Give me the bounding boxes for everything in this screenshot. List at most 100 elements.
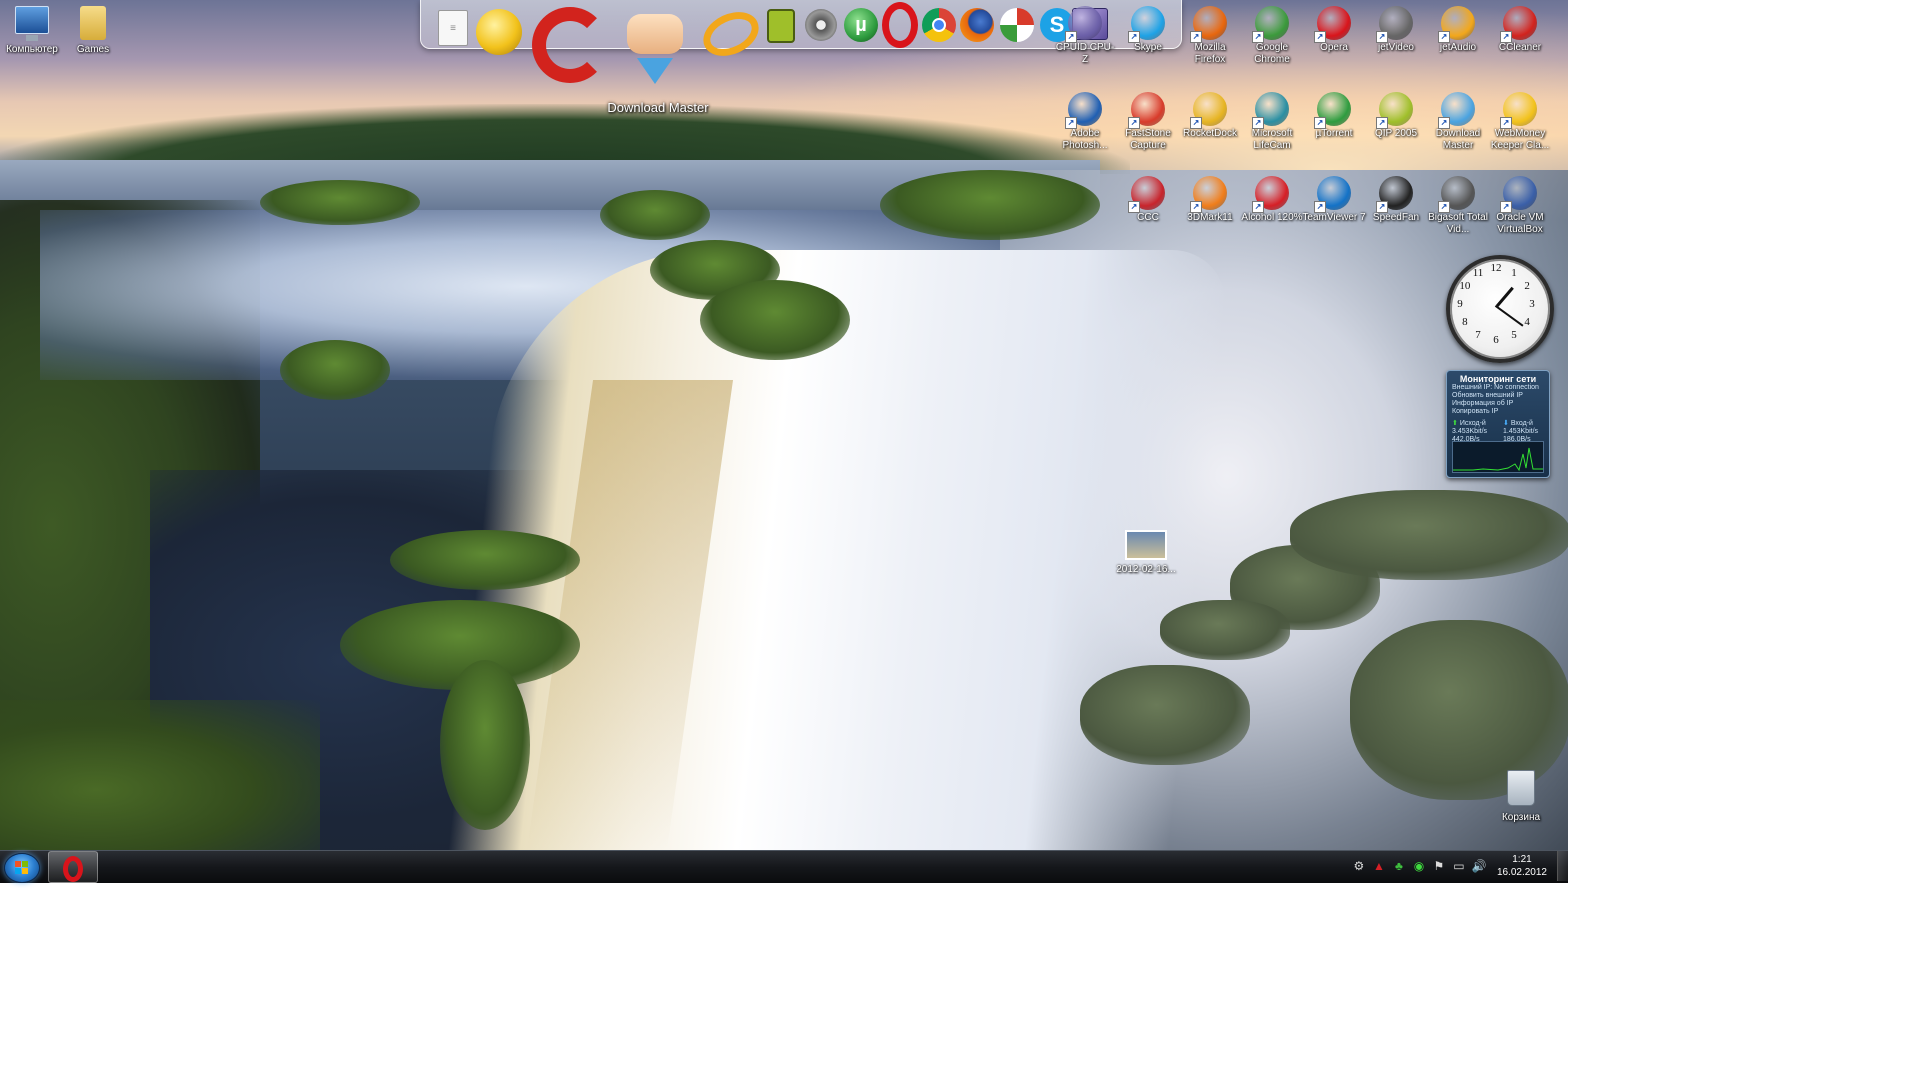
desktop-icon-skype[interactable]: ↗ Skype <box>1116 6 1180 54</box>
desktop-icon-opera[interactable]: ↗ Opera <box>1302 6 1366 54</box>
desktop-icon-cpuz[interactable]: ↗ CPUID CPU-Z <box>1053 6 1117 66</box>
chrome-icon: ↗ <box>1252 6 1289 43</box>
dock-item-opera[interactable] <box>882 2 918 48</box>
dock-item-faststone[interactable] <box>998 6 1036 44</box>
taskbar-item-opera[interactable] <box>48 851 98 883</box>
show-desktop-button[interactable] <box>1557 851 1568 881</box>
desktop-icon-recycle-bin[interactable]: Корзина <box>1489 770 1553 824</box>
netmon-copy-link[interactable]: Копировать IP <box>1447 408 1549 416</box>
dock-item-download-master[interactable] <box>622 8 688 90</box>
start-button[interactable] <box>4 853 40 883</box>
desktop-icon-teamviewer[interactable]: ↗ TeamViewer 7 <box>1302 176 1366 224</box>
desktop-icon-webcam[interactable]: ↗ Microsoft LifeCam <box>1240 92 1304 152</box>
opera-icon <box>63 856 83 882</box>
shortcut-arrow-icon: ↗ <box>1314 117 1326 129</box>
desktop-icon-fan[interactable]: ↗ SpeedFan <box>1364 176 1428 224</box>
dock-item-notepad[interactable]: ≡ <box>438 10 468 46</box>
fan-icon: ↗ <box>1376 176 1413 213</box>
icon-label: Mozilla Firefox <box>1194 42 1226 65</box>
dock-item-qip[interactable] <box>766 9 796 43</box>
dock-item-ccleaner[interactable] <box>530 4 610 86</box>
desktop-icon-qip[interactable]: ↗ QIP 2005 <box>1364 92 1428 140</box>
flag-icon[interactable]: ⚑ <box>1431 858 1447 874</box>
icon-label: Adobe Photosh... <box>1062 128 1108 151</box>
desktop-icon-ccleaner[interactable]: ↗ CCleaner <box>1488 6 1552 54</box>
shortcut-arrow-icon: ↗ <box>1500 117 1512 129</box>
desktop-icon-screenshot-file[interactable]: 2012-02-16... <box>1114 530 1178 576</box>
netmon-refresh-link[interactable]: Обновить внешний IP <box>1447 392 1549 400</box>
webmoney-icon <box>476 9 522 55</box>
shortcut-arrow-icon: ↗ <box>1376 31 1388 43</box>
clock-gadget[interactable]: 12 1 2 3 4 5 6 7 8 9 10 11 <box>1446 255 1554 363</box>
windows-logo-icon <box>15 861 28 874</box>
icon-label: Oracle VM VirtualBox <box>1496 212 1544 235</box>
shortcut-arrow-icon: ↗ <box>1128 201 1140 213</box>
icon-label: SpeedFan <box>1372 212 1420 223</box>
taskbar-clock[interactable]: 1:21 16.02.2012 <box>1489 853 1557 879</box>
notepad-icon: ≡ <box>450 22 456 34</box>
desktop-icon-3dmark[interactable]: ↗ 3DMark11 <box>1178 176 1242 224</box>
rocketdock-icon: ↗ <box>1190 92 1227 129</box>
recycle-bin-icon <box>1507 770 1535 806</box>
netmon-info-link[interactable]: Информация об IP <box>1447 400 1549 408</box>
download-master-icon: ↗ <box>1438 92 1475 129</box>
in-rate: 1.453Kbit/s <box>1503 428 1539 435</box>
desktop-icon-virtualbox[interactable]: ↗ Oracle VM VirtualBox <box>1488 176 1552 236</box>
alcohol-tray-icon[interactable]: ▲ <box>1371 858 1387 874</box>
shortcut-arrow-icon: ↗ <box>1128 117 1140 129</box>
icon-label: WebMoney Keeper Cla... <box>1490 128 1550 151</box>
icon-label: QIP 2005 <box>1374 128 1418 139</box>
dock-item-chrome[interactable] <box>920 6 958 44</box>
taskbar <box>0 850 1568 883</box>
desktop-icon-chrome[interactable]: ↗ Google Chrome <box>1240 6 1304 66</box>
in-label: Вход-й <box>1510 420 1533 427</box>
photoshop-icon: ↗ <box>1065 92 1102 129</box>
dock-item-webmoney[interactable] <box>472 6 526 58</box>
teamviewer-icon: ↗ <box>1314 176 1351 213</box>
desktop-icon-rocketdock[interactable]: ↗ RocketDock <box>1178 92 1242 140</box>
virtualbox-icon: ↗ <box>1500 176 1537 213</box>
desktop-icon-firefox[interactable]: ↗ Mozilla Firefox <box>1178 6 1242 66</box>
shortcut-arrow-icon: ↗ <box>1376 201 1388 213</box>
clover-icon[interactable]: ♣ <box>1391 858 1407 874</box>
icon-label: TeamViewer 7 <box>1302 212 1366 223</box>
webmoney-icon: ↗ <box>1500 92 1537 129</box>
icon-label: 2012-02-16... <box>1116 564 1176 575</box>
icon-label: Bigasoft Total Vid... <box>1428 212 1488 235</box>
display-icon[interactable]: ▭ <box>1451 858 1467 874</box>
desktop-icon-faststone[interactable]: ↗ FastStone Capture <box>1116 92 1180 152</box>
speaker-icon[interactable]: 🔊 <box>1471 858 1487 874</box>
desktop-icon-film-reel[interactable]: ↗ jetVideo <box>1364 6 1428 54</box>
out-rate: 3.453Kbit/s <box>1452 428 1488 435</box>
desktop-icon-jetaudio[interactable]: ↗ jetAudio <box>1426 6 1490 54</box>
netmon-graph <box>1452 441 1544 473</box>
clock-numeral: 2 <box>1524 280 1530 292</box>
dock-item-firefox[interactable] <box>958 6 996 44</box>
dock-item-jetvideo[interactable] <box>802 6 840 44</box>
desktop-icon-computer[interactable]: Компьютер <box>0 6 64 56</box>
desktop-icon-games[interactable]: Games <box>61 6 125 56</box>
desktop-icon-ccc[interactable]: ↗ CCC <box>1116 176 1180 224</box>
network-monitor-gadget[interactable]: Мониторинг сети Внешний IP: No connectio… <box>1446 370 1550 478</box>
clock-numeral: 5 <box>1511 329 1517 342</box>
desktop-icon-utorrent[interactable]: ↗ µTorrent <box>1302 92 1366 140</box>
dock-item-jetaudio[interactable] <box>696 3 766 65</box>
dock-item-utorrent[interactable]: µ <box>842 6 880 44</box>
network-green-icon[interactable]: ◉ <box>1411 858 1427 874</box>
icon-label: Skype <box>1134 42 1162 53</box>
desktop-icon-download-master[interactable]: ↗ Download Master <box>1426 92 1490 152</box>
clock-numeral: 12 <box>1490 262 1502 274</box>
desktop-icon-film-reel[interactable]: ↗ Bigasoft Total Vid... <box>1426 176 1490 236</box>
shortcut-arrow-icon: ↗ <box>1314 31 1326 43</box>
cpuz-icon: ↗ <box>1065 6 1102 43</box>
system-tray: ⚙ ▲ ♣ ◉ ⚑ ▭ 🔊 1:21 16.02.2012 <box>1349 851 1568 881</box>
shortcut-arrow-icon: ↗ <box>1190 31 1202 43</box>
desktop-icon-webmoney[interactable]: ↗ WebMoney Keeper Cla... <box>1488 92 1552 152</box>
shortcut-arrow-icon: ↗ <box>1500 31 1512 43</box>
firefox-icon <box>960 8 994 42</box>
desktop-icon-photoshop[interactable]: ↗ Adobe Photosh... <box>1053 92 1117 152</box>
clock-hour-hand <box>1496 286 1514 307</box>
desktop-icon-alcohol[interactable]: ↗ Alcohol 120% <box>1240 176 1304 224</box>
shortcut-arrow-icon: ↗ <box>1438 201 1450 213</box>
gear-icon[interactable]: ⚙ <box>1351 858 1367 874</box>
